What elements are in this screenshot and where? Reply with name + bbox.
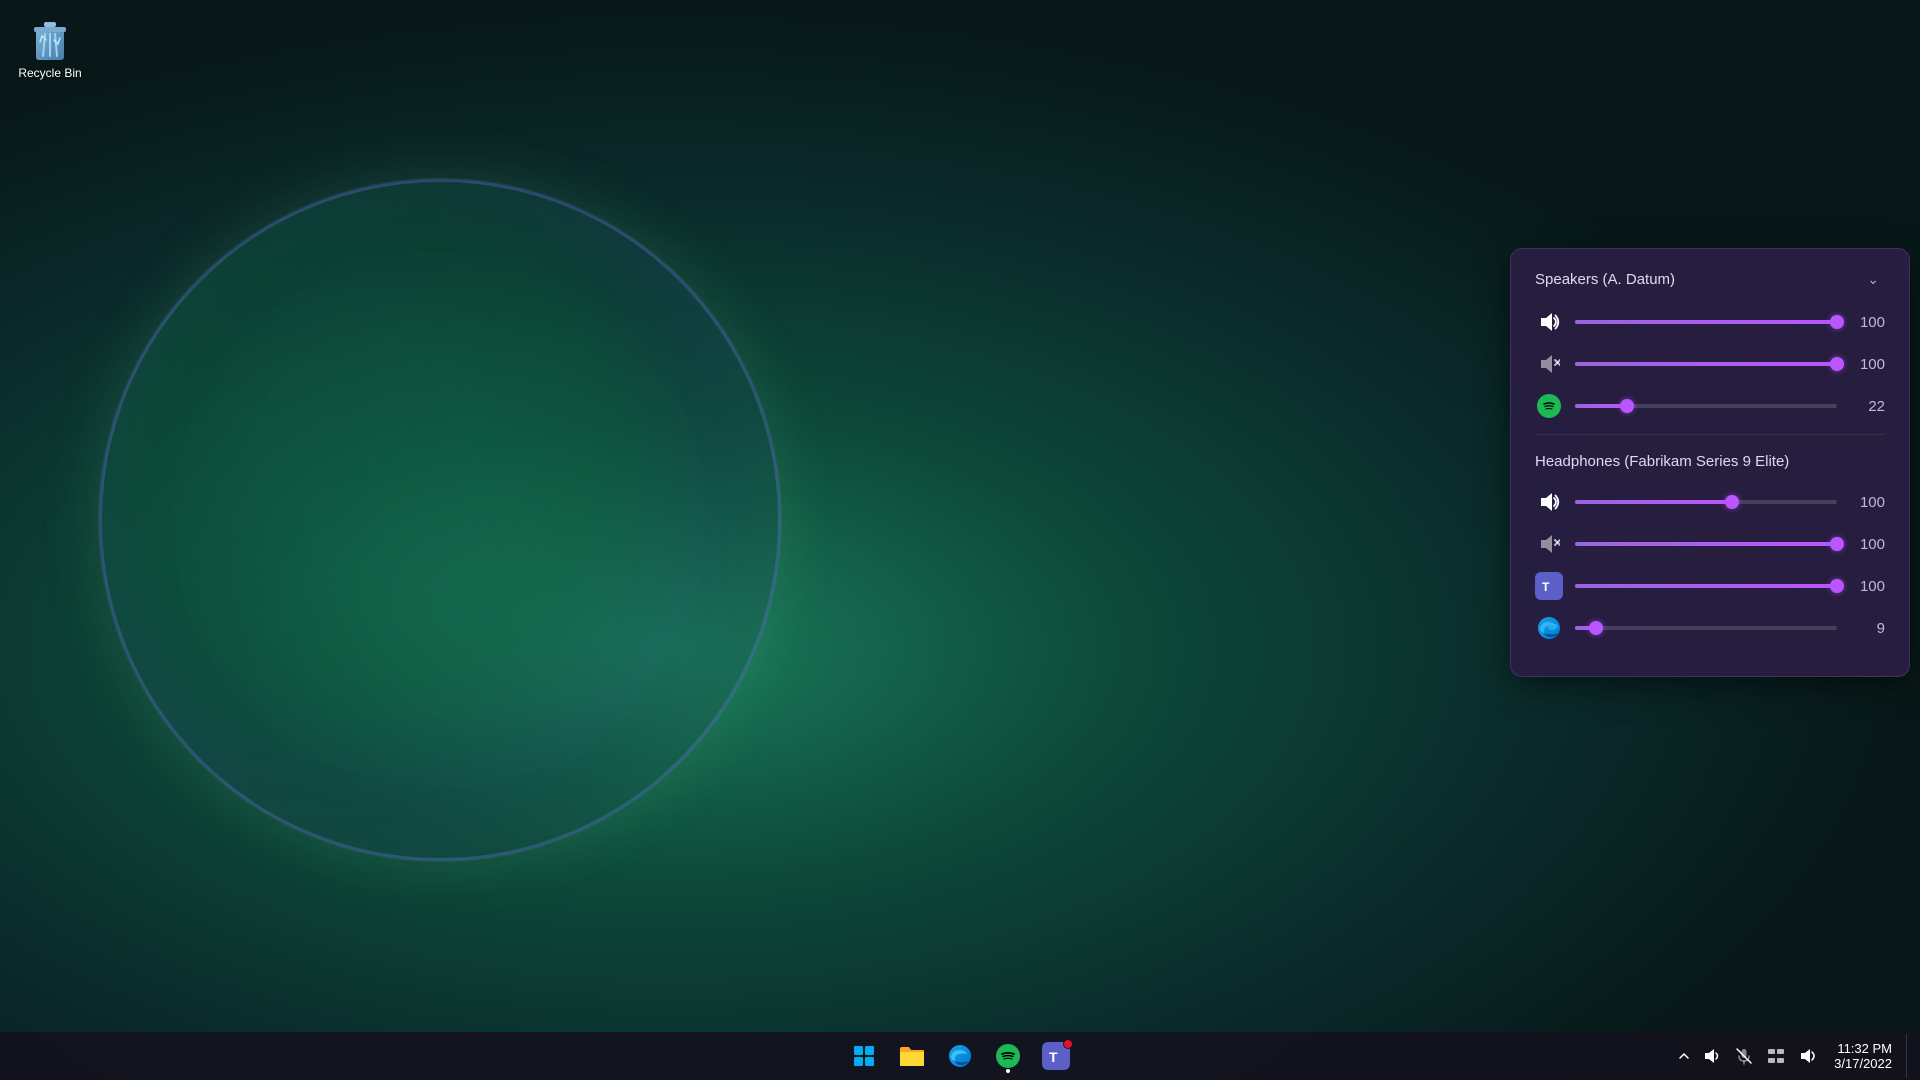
start-button[interactable]	[842, 1034, 886, 1078]
svg-text:T: T	[1542, 580, 1550, 594]
headphones-mute-icon-slot[interactable]	[1535, 530, 1563, 558]
spotify-active-dot	[1006, 1069, 1010, 1073]
speaker-on-icon	[1538, 311, 1560, 333]
recycle-bin-svg	[26, 14, 74, 62]
spotify-icon-slot[interactable]	[1535, 392, 1563, 420]
teams-icon-slot[interactable]: T	[1535, 572, 1563, 600]
speakers-spotify-value: 22	[1849, 398, 1885, 415]
headphones-master-row: 100	[1535, 488, 1885, 516]
teams-taskbar-icon: T	[1042, 1042, 1070, 1070]
headphones-mute-icon	[1538, 533, 1560, 555]
speakers-mute-row: 100	[1535, 350, 1885, 378]
spotify-taskbar-icon	[996, 1044, 1020, 1068]
clock-date: 3/17/2022	[1834, 1056, 1892, 1071]
headphones-master-slider[interactable]	[1575, 500, 1837, 504]
taskbar: T	[0, 1032, 1920, 1080]
mic-tray-icon[interactable]	[1732, 1044, 1756, 1068]
recycle-bin-icon[interactable]: Recycle Bin	[10, 10, 90, 86]
speakers-mute-slider[interactable]	[1575, 362, 1837, 366]
speaker-master-icon-slot[interactable]	[1535, 308, 1563, 336]
show-desktop-button[interactable]	[1906, 1034, 1912, 1078]
spotify-taskbar-button[interactable]	[986, 1034, 1030, 1078]
speakers-section-header: Speakers (A. Datum) ⌄	[1535, 269, 1885, 290]
headphones-mute-slider[interactable]	[1575, 542, 1837, 546]
speakers-master-value: 100	[1849, 314, 1885, 331]
svg-text:T: T	[1049, 1049, 1058, 1065]
headphones-title: Headphones (Fabrikam Series 9 Elite)	[1535, 453, 1789, 470]
edge-taskbar-button[interactable]	[938, 1034, 982, 1078]
teams-notification-badge	[1063, 1039, 1073, 1049]
edge-taskbar-icon	[947, 1043, 973, 1069]
headphones-speaker-on-icon	[1538, 491, 1560, 513]
speakers-collapse-button[interactable]: ⌄	[1861, 269, 1885, 290]
headphones-mute-row: 100	[1535, 530, 1885, 558]
windows-logo-icon	[853, 1045, 875, 1067]
headphones-teams-slider[interactable]	[1575, 584, 1837, 588]
headphones-master-value: 100	[1849, 494, 1885, 511]
headphones-edge-value: 9	[1849, 620, 1885, 637]
recycle-bin-label: Recycle Bin	[18, 66, 81, 82]
speakers-title: Speakers (A. Datum)	[1535, 271, 1675, 288]
virtual-desktop-tray-icon[interactable]	[1764, 1044, 1788, 1068]
speaker-tray-icon[interactable]	[1796, 1044, 1820, 1068]
wallpaper-orb	[100, 180, 780, 860]
speakers-spotify-row: 22	[1535, 392, 1885, 420]
headphones-teams-value: 100	[1849, 578, 1885, 595]
spotify-icon	[1537, 394, 1561, 418]
teams-taskbar-button[interactable]: T	[1034, 1034, 1078, 1078]
speakers-spotify-slider[interactable]	[1575, 404, 1837, 408]
speakers-mute-value: 100	[1849, 356, 1885, 373]
speaker-mute-icon	[1538, 353, 1560, 375]
volume-tray-icon[interactable]	[1700, 1044, 1724, 1068]
speakers-master-row: 100	[1535, 308, 1885, 336]
section-divider	[1535, 434, 1885, 435]
edge-icon	[1535, 614, 1563, 642]
headphones-master-icon-slot[interactable]	[1535, 488, 1563, 516]
folder-icon	[899, 1045, 925, 1067]
headphones-edge-slider[interactable]	[1575, 626, 1837, 630]
tray-expand-button[interactable]	[1676, 1048, 1692, 1064]
edge-icon-slot[interactable]	[1535, 614, 1563, 642]
speakers-master-slider[interactable]	[1575, 320, 1837, 324]
taskbar-center: T	[842, 1034, 1078, 1078]
volume-mixer-panel: Speakers (A. Datum) ⌄ 100	[1510, 248, 1910, 677]
file-explorer-button[interactable]	[890, 1034, 934, 1078]
speaker-mute-icon-slot[interactable]	[1535, 350, 1563, 378]
headphones-teams-row: T 100	[1535, 572, 1885, 600]
taskbar-right: 11:32 PM 3/17/2022	[1676, 1034, 1920, 1078]
headphones-section-header: Headphones (Fabrikam Series 9 Elite)	[1535, 453, 1885, 470]
clock-display[interactable]: 11:32 PM 3/17/2022	[1828, 1039, 1898, 1073]
headphones-edge-row: 9	[1535, 614, 1885, 642]
teams-icon: T	[1535, 572, 1563, 600]
clock-time: 11:32 PM	[1837, 1041, 1892, 1056]
headphones-mute-value: 100	[1849, 536, 1885, 553]
